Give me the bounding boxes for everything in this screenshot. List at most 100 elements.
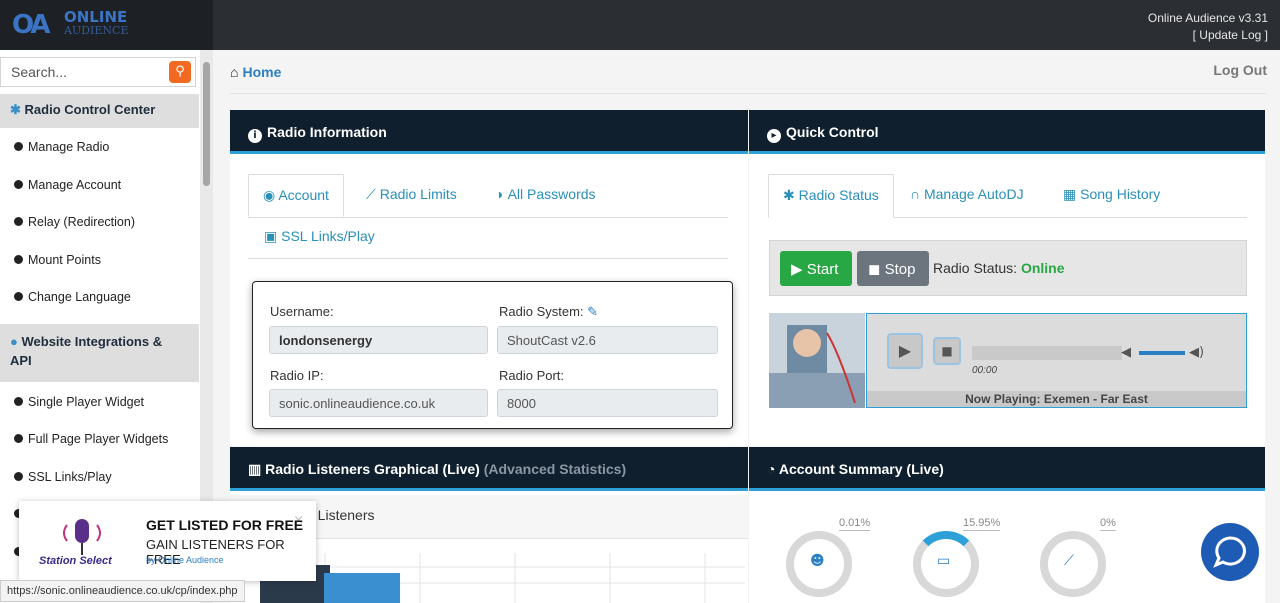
lock-icon: ▣ xyxy=(264,228,278,244)
tab-account[interactable]: ◉ Account xyxy=(248,174,344,217)
tab-ssl-links[interactable]: ▣ SSL Links/Play xyxy=(250,216,389,257)
donut-ring: ☻ xyxy=(786,531,852,597)
start-button[interactable]: ▶ Start xyxy=(780,251,852,286)
audio-player: ▶ ■ ◀ ◀) 00:00 Now Playing: Exemen - Far… xyxy=(866,313,1247,408)
logo-text-main: ONLINE xyxy=(64,8,128,26)
sidebar-section-integrations[interactable]: ● Website Integrations & API xyxy=(0,324,199,382)
panel-title: Radio Information xyxy=(267,124,387,140)
tab-song-history[interactable]: ▦ Song History xyxy=(1049,174,1174,215)
panel-title: Quick Control xyxy=(786,124,879,140)
search-icon[interactable]: ⚲ xyxy=(169,61,191,83)
logo-text: ONLINE AUDIENCE xyxy=(64,8,129,38)
scrollbar-thumb[interactable] xyxy=(203,62,210,186)
panel-title: Radio Listeners Graphical (Live) xyxy=(265,461,480,477)
promo-brand: Station Select xyxy=(39,555,112,567)
sidebar-item-ssl-links[interactable]: SSL Links/Play xyxy=(14,470,112,484)
tab-label: Manage AutoDJ xyxy=(923,186,1024,202)
top-bar: OA ONLINE AUDIENCE Online Audience v3.31… xyxy=(0,0,1280,50)
circle-arrow-icon xyxy=(14,434,23,443)
info-icon: i xyxy=(248,129,262,143)
sidebar-item-change-language[interactable]: Change Language xyxy=(14,290,131,304)
logo[interactable]: OA ONLINE AUDIENCE xyxy=(0,0,213,50)
sidebar-section-label: Website Integrations & xyxy=(21,334,163,349)
station-select-promo[interactable]: × Station Select GET LISTED FOR FREE GAI… xyxy=(19,501,316,581)
tab-label: SSL Links/Play xyxy=(281,228,375,244)
logo-mark: OA xyxy=(12,10,50,40)
album-art-image xyxy=(769,313,865,408)
radio-ip-label: Radio IP: xyxy=(270,368,324,383)
stop-icon[interactable]: ■ xyxy=(933,337,961,365)
volume-slider[interactable] xyxy=(1139,346,1189,360)
tab-label: Account xyxy=(278,187,329,203)
radio-port-label: Radio Port: xyxy=(499,368,565,383)
update-log-link[interactable]: [ Update Log ] xyxy=(1148,27,1268,44)
progress-bar[interactable] xyxy=(972,346,1122,360)
sidebar-item-single-player[interactable]: Single Player Widget xyxy=(14,395,144,409)
circle-arrow-icon xyxy=(14,292,23,301)
bar-chart-icon: ▥ xyxy=(248,461,262,477)
panel-header: i Radio Information xyxy=(230,110,748,154)
promo-by[interactable]: by Online Audience xyxy=(146,555,224,565)
logo-text-sub: AUDIENCE xyxy=(64,24,129,37)
graph-subtitle: p Listeners xyxy=(306,507,375,523)
line-chart-icon: ⟋ xyxy=(366,186,376,202)
donut-percent: 15.95% xyxy=(963,517,1001,531)
play-icon: ▶ xyxy=(791,261,803,278)
username-field[interactable]: londonsenergy xyxy=(269,326,488,354)
breadcrumb[interactable]: ⌂ Home xyxy=(230,64,281,80)
volume-max-icon[interactable]: ◀) xyxy=(1189,345,1204,360)
donut-percent: 0% xyxy=(1100,517,1116,531)
sidebar-item-label: Relay (Redirection) xyxy=(28,215,135,229)
headphones-icon: ∩ xyxy=(910,186,921,202)
radio-port-field[interactable]: 8000 xyxy=(497,389,718,417)
sidebar-item-label: Manage Account xyxy=(28,178,122,192)
sidebar-item-label: Full Page Player Widgets xyxy=(28,432,169,446)
play-circle-icon: ▸ xyxy=(767,129,781,143)
advanced-stats-link[interactable]: (Advanced Statistics) xyxy=(484,461,626,477)
sidebar-item-label: SSL Links/Play xyxy=(28,470,112,484)
version-info: Online Audience v3.31 [ Update Log ] xyxy=(1148,10,1268,44)
pencil-icon[interactable]: ✎ xyxy=(587,304,598,319)
panel-title: Account Summary (Live) xyxy=(778,461,944,477)
sidebar-item-mount-points[interactable]: Mount Points xyxy=(14,253,101,267)
sidebar-section-label: Radio Control Center xyxy=(24,102,156,117)
sidebar-item-manage-account[interactable]: Manage Account xyxy=(14,178,121,192)
radio-ip-field[interactable]: sonic.onlineaudience.co.uk xyxy=(269,389,488,417)
radio-information-panel: i Radio Information ◉ Account ⟋ Radio Lim… xyxy=(230,110,748,446)
circle-arrow-icon xyxy=(14,217,23,226)
tab-radio-limits[interactable]: ⟋ Radio Limits xyxy=(352,174,471,215)
shield-icon: ◗ xyxy=(496,186,505,202)
sidebar-item-full-page-player[interactable]: Full Page Player Widgets xyxy=(14,432,168,446)
tab-label: All Passwords xyxy=(507,186,596,202)
sidebar-item-label: Mount Points xyxy=(28,253,101,267)
radio-status-text: Radio Status: Online xyxy=(933,260,1065,276)
mute-icon[interactable]: ◀ xyxy=(1121,345,1131,360)
panel-header: ◔ Account Summary (Live) xyxy=(749,447,1265,491)
gear-icon: ✱ xyxy=(783,187,795,203)
logout-link[interactable]: Log Out xyxy=(1213,62,1267,78)
tab-radio-status[interactable]: ✱ Radio Status xyxy=(768,174,894,218)
tab-label: Radio Status xyxy=(798,187,879,203)
link-preview: https://sonic.onlineaudience.co.uk/cp/in… xyxy=(0,580,245,602)
gear-icon: ✱ xyxy=(10,102,21,117)
play-button[interactable]: ▶ xyxy=(887,333,923,369)
sidebar-item-label: Change Language xyxy=(28,290,131,304)
sidebar-item-manage-radio[interactable]: Manage Radio xyxy=(14,140,109,154)
sidebar-item-relay[interactable]: Relay (Redirection) xyxy=(14,215,135,229)
tab-all-passwords[interactable]: ◗ All Passwords xyxy=(482,174,610,214)
radio-system-label: Radio System: ✎ xyxy=(499,304,599,319)
breadcrumb-home[interactable]: Home xyxy=(242,64,281,80)
search-box: ⚲ xyxy=(0,57,196,87)
radio-status-bar: ▶ Start ◼ Stop Radio Status: Online xyxy=(769,240,1247,296)
quick-control-panel: ▸ Quick Control ✱ Radio Status ∩ Manage A… xyxy=(749,110,1265,446)
tab-manage-autodj[interactable]: ∩ Manage AutoDJ xyxy=(896,174,1038,214)
hard-drive-icon: ▭ xyxy=(937,553,951,569)
album-art xyxy=(769,313,865,408)
stop-button[interactable]: ◼ Stop xyxy=(857,251,929,286)
search-input[interactable] xyxy=(1,58,161,86)
radio-system-field[interactable]: ShoutCast v2.6 xyxy=(497,326,718,354)
chat-button[interactable] xyxy=(1201,523,1259,581)
stop-icon: ◼ xyxy=(868,261,881,278)
promo-title: GET LISTED FOR FREE xyxy=(146,517,304,533)
sidebar-section-radio-control[interactable]: ✱ Radio Control Center xyxy=(0,94,199,128)
